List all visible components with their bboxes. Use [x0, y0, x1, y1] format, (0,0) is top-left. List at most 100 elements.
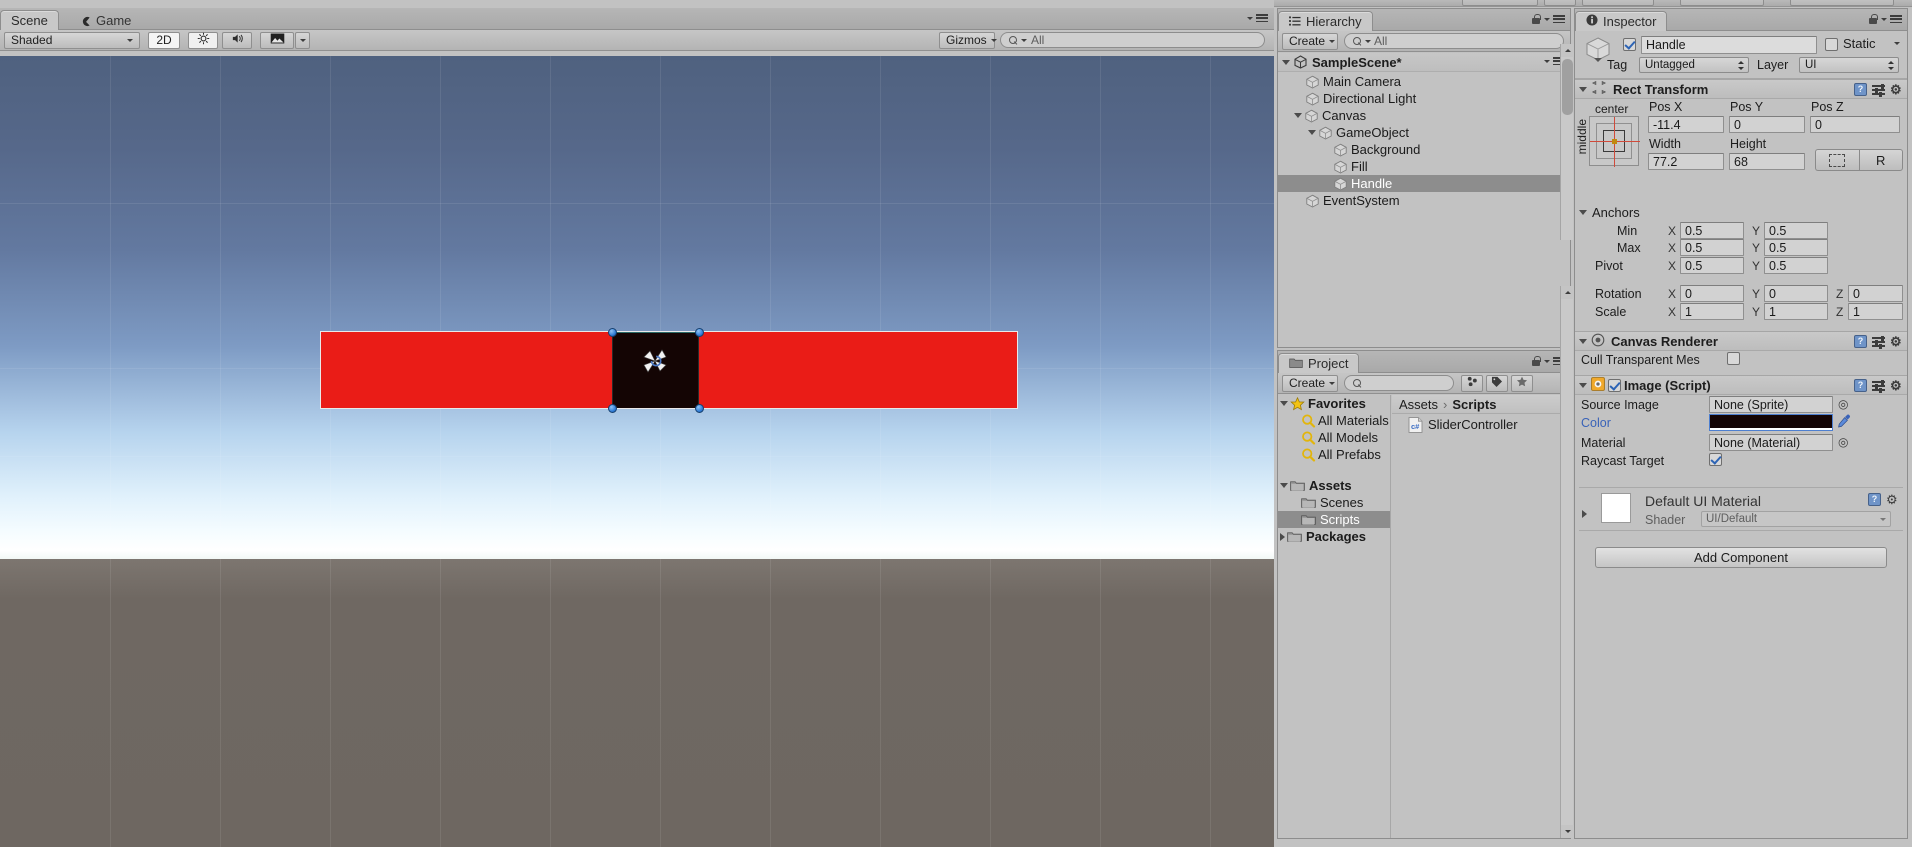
hierarchy-item-handle[interactable]: Handle: [1278, 175, 1570, 192]
project-file-item[interactable]: c# SliderController: [1392, 415, 1570, 434]
project-item-packages[interactable]: Packages: [1278, 528, 1390, 545]
toggle-2d-button[interactable]: 2D: [148, 31, 180, 49]
tab-game[interactable]: Game: [70, 10, 141, 30]
anchor-min-y-field[interactable]: 0.5: [1764, 222, 1828, 239]
help-icon[interactable]: ?: [1868, 493, 1881, 506]
gear-icon[interactable]: ⚙: [1890, 83, 1903, 96]
lock-icon[interactable]: [1531, 356, 1541, 367]
scale-z-field[interactable]: 1: [1848, 303, 1903, 320]
height-field[interactable]: 68: [1729, 153, 1805, 170]
project-item-scenes[interactable]: Scenes: [1278, 494, 1390, 511]
cull-transparent-checkbox[interactable]: [1727, 352, 1740, 365]
handle-point-bottom-left[interactable]: [608, 404, 617, 413]
scene-lighting-toggle[interactable]: [188, 31, 218, 49]
tab-hierarchy[interactable]: Hierarchy: [1278, 11, 1373, 31]
scene-pane-menu[interactable]: [1247, 14, 1268, 23]
chevron-down-icon[interactable]: [1579, 338, 1587, 344]
project-item-all-materials[interactable]: All Materials: [1278, 412, 1390, 429]
toolbar-collab-button[interactable]: [1462, 0, 1538, 6]
pivot-x-field[interactable]: 0.5: [1680, 257, 1744, 274]
rotation-y-field[interactable]: 0: [1764, 285, 1828, 302]
tab-project[interactable]: Project: [1278, 353, 1360, 373]
gizmos-dropdown[interactable]: Gizmos: [939, 31, 997, 49]
raw-edit-button[interactable]: R: [1858, 149, 1903, 171]
project-create-button[interactable]: Create: [1282, 374, 1338, 392]
pos-x-field[interactable]: -11.4: [1648, 116, 1724, 133]
hierarchy-item-canvas[interactable]: Canvas: [1278, 107, 1570, 124]
scene-effects-dropdown[interactable]: [295, 31, 310, 49]
static-checkbox[interactable]: [1825, 38, 1838, 51]
color-swatch-field[interactable]: [1709, 414, 1833, 431]
preset-icon[interactable]: [1872, 83, 1885, 97]
gear-icon[interactable]: ⚙: [1890, 379, 1903, 392]
hierarchy-item-eventsystem[interactable]: EventSystem: [1278, 192, 1570, 209]
material-field[interactable]: None (Material): [1709, 434, 1833, 451]
scene-effects-toggle[interactable]: [260, 31, 294, 49]
layer-dropdown[interactable]: UI: [1799, 57, 1899, 73]
toolbar-layers-dropdown[interactable]: [1680, 0, 1764, 6]
rotation-z-field[interactable]: 0: [1848, 285, 1903, 302]
hierarchy-scene-row[interactable]: SampleScene*: [1278, 53, 1570, 72]
scroll-up-icon[interactable]: [1561, 44, 1574, 57]
lock-icon[interactable]: [1531, 14, 1541, 25]
source-image-picker-icon[interactable]: ◎: [1838, 397, 1848, 411]
project-filter-type-button[interactable]: [1461, 374, 1483, 392]
chevron-down-icon[interactable]: [1579, 86, 1587, 92]
chevron-down-icon[interactable]: [1579, 382, 1587, 388]
hierarchy-pane-menu[interactable]: [1531, 14, 1565, 25]
hierarchy-item-directional-light[interactable]: Directional Light: [1278, 90, 1570, 107]
toolbar-layout-dropdown[interactable]: [1790, 0, 1894, 6]
hierarchy-item-background[interactable]: Background: [1278, 141, 1570, 158]
scene-audio-toggle[interactable]: [222, 31, 252, 49]
project-search-input[interactable]: [1344, 375, 1454, 391]
anchor-max-x-field[interactable]: 0.5: [1680, 239, 1744, 256]
anchor-min-x-field[interactable]: 0.5: [1680, 222, 1744, 239]
project-scrollbar[interactable]: [1560, 286, 1574, 838]
scroll-up-icon[interactable]: [1561, 286, 1574, 299]
tab-inspector[interactable]: Inspector: [1575, 11, 1668, 31]
hierarchy-scroll-thumb[interactable]: [1562, 59, 1573, 115]
hierarchy-scrollbar[interactable]: [1560, 44, 1574, 240]
inspector-pane-menu[interactable]: [1868, 14, 1902, 25]
chevron-down-icon[interactable]: [1280, 483, 1288, 488]
source-image-field[interactable]: None (Sprite): [1709, 396, 1833, 413]
project-item-assets[interactable]: Assets: [1278, 477, 1390, 494]
pos-y-field[interactable]: 0: [1729, 116, 1805, 133]
shader-dropdown[interactable]: UI/Default: [1701, 511, 1891, 527]
chevron-right-icon[interactable]: [1582, 510, 1587, 518]
scroll-down-icon[interactable]: [1561, 825, 1574, 838]
preset-icon[interactable]: [1872, 379, 1885, 393]
material-picker-icon[interactable]: ◎: [1838, 435, 1848, 449]
hierarchy-item-fill[interactable]: Fill: [1278, 158, 1570, 175]
pivot-y-field[interactable]: 0.5: [1764, 257, 1828, 274]
add-component-button[interactable]: Add Component: [1595, 547, 1887, 568]
help-icon[interactable]: ?: [1854, 379, 1867, 392]
project-item-all-prefabs[interactable]: All Prefabs: [1278, 446, 1390, 463]
toolbar-account-button[interactable]: [1582, 0, 1654, 6]
tag-dropdown[interactable]: Untagged: [1639, 57, 1749, 73]
chevron-down-icon[interactable]: [1308, 130, 1316, 135]
rect-transform-header[interactable]: Rect Transform ? ⚙: [1575, 79, 1907, 99]
pos-z-field[interactable]: 0: [1810, 116, 1900, 133]
handle-point-top-left[interactable]: [608, 328, 617, 337]
project-item-favorites[interactable]: Favorites: [1278, 395, 1390, 412]
rotation-x-field[interactable]: 0: [1680, 285, 1744, 302]
help-icon[interactable]: ?: [1854, 83, 1867, 96]
project-favorite-button[interactable]: [1511, 374, 1533, 392]
image-script-header[interactable]: Image (Script) ? ⚙: [1575, 375, 1907, 395]
lock-icon[interactable]: [1868, 14, 1878, 25]
help-icon[interactable]: ?: [1854, 335, 1867, 348]
hierarchy-search-input[interactable]: All: [1344, 33, 1564, 49]
hierarchy-item-main-camera[interactable]: Main Camera: [1278, 73, 1570, 90]
anchor-max-y-field[interactable]: 0.5: [1764, 239, 1828, 256]
breadcrumb-current[interactable]: Scripts: [1452, 397, 1496, 412]
scale-y-field[interactable]: 1: [1764, 303, 1828, 320]
tab-scene[interactable]: Scene: [0, 10, 59, 30]
chevron-right-icon[interactable]: [1280, 532, 1285, 541]
scene-search-input[interactable]: All: [1000, 32, 1265, 48]
chevron-down-icon[interactable]: [1294, 113, 1302, 118]
project-folder-tree[interactable]: Favorites All Materials All Models All Pref…: [1278, 395, 1391, 838]
handle-point-top-right[interactable]: [695, 328, 704, 337]
chevron-down-icon[interactable]: [1282, 59, 1290, 65]
hierarchy-tree[interactable]: Main Camera Directional Light Canvas GameOb…: [1278, 73, 1570, 347]
